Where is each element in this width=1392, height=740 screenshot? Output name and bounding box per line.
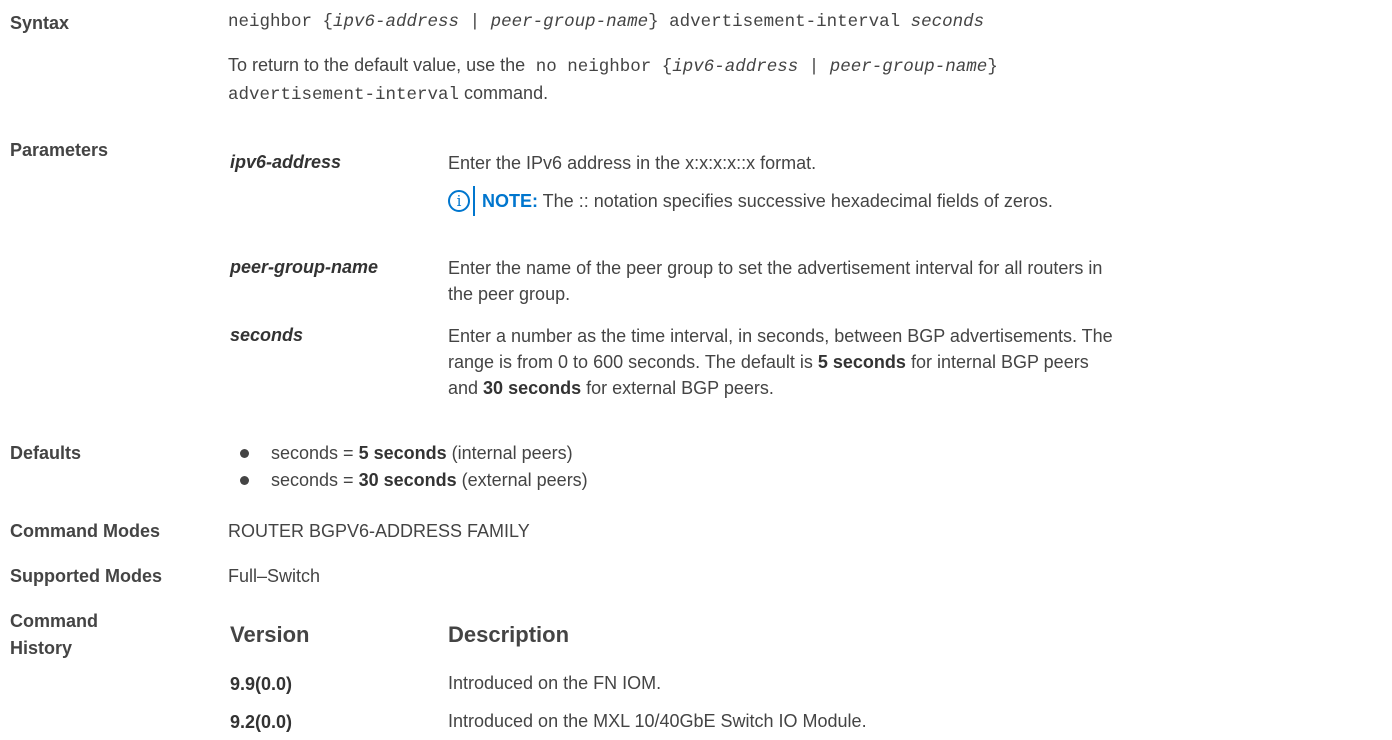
syntax-command: neighbor {ipv6-address | peer-group-name… [228,12,985,32]
bullet-icon [240,448,249,458]
param-peer-group-name-desc-line2: the peer group. [448,284,571,304]
note-text: NOTE: The :: notation specifies successi… [482,191,1053,211]
param-ipv6-address-desc: Enter the IPv6 address in the x:x:x:x::x… [448,153,817,173]
param-ipv6-address: ipv6-address [230,152,342,172]
history-row-version: 9.2(0.0) [230,712,293,732]
command-modes-value: ROUTER BGPV6-ADDRESS FAMILY [228,521,530,541]
param-peer-group-name: peer-group-name [230,257,379,277]
command-modes-label: Command Modes [10,521,161,541]
parameters-label: Parameters [10,140,109,160]
syntax-return-line1: To return to the default value, use the … [228,55,998,77]
param-seconds: seconds [230,325,304,345]
defaults-label: Defaults [10,443,82,463]
history-row-version: 9.9(0.0) [230,674,293,694]
syntax-label: Syntax [10,13,70,33]
supported-modes-value: Full–Switch [228,566,321,586]
bullet-icon [240,475,249,485]
supported-modes-label: Supported Modes [10,566,162,586]
history-col-description: Description [448,622,570,647]
param-peer-group-name-desc-line1: Enter the name of the peer group to set … [448,258,1103,278]
history-col-version: Version [230,622,310,647]
history-row-description: Introduced on the MXL 10/40GbE Switch IO… [448,711,867,731]
defaults-item-internal: seconds = 5 seconds (internal peers) [240,440,573,466]
command-history-label-line2: History [10,638,73,658]
param-seconds-desc-line1: Enter a number as the time interval, in … [448,326,1113,346]
param-seconds-desc-line2: range is from 0 to 600 seconds. The defa… [448,352,1089,372]
note-block: i NOTE: The :: notation specifies succes… [448,186,1053,216]
command-history-label-line1: Command [10,611,99,631]
defaults-item-external: seconds = 30 seconds (external peers) [240,467,588,493]
syntax-return-line2: advertisement-interval command. [228,83,549,105]
info-icon: i [448,190,470,212]
history-row-description: Introduced on the FN IOM. [448,673,662,693]
note-divider [473,186,475,216]
param-seconds-desc-line3: and 30 seconds for external BGP peers. [448,378,774,398]
